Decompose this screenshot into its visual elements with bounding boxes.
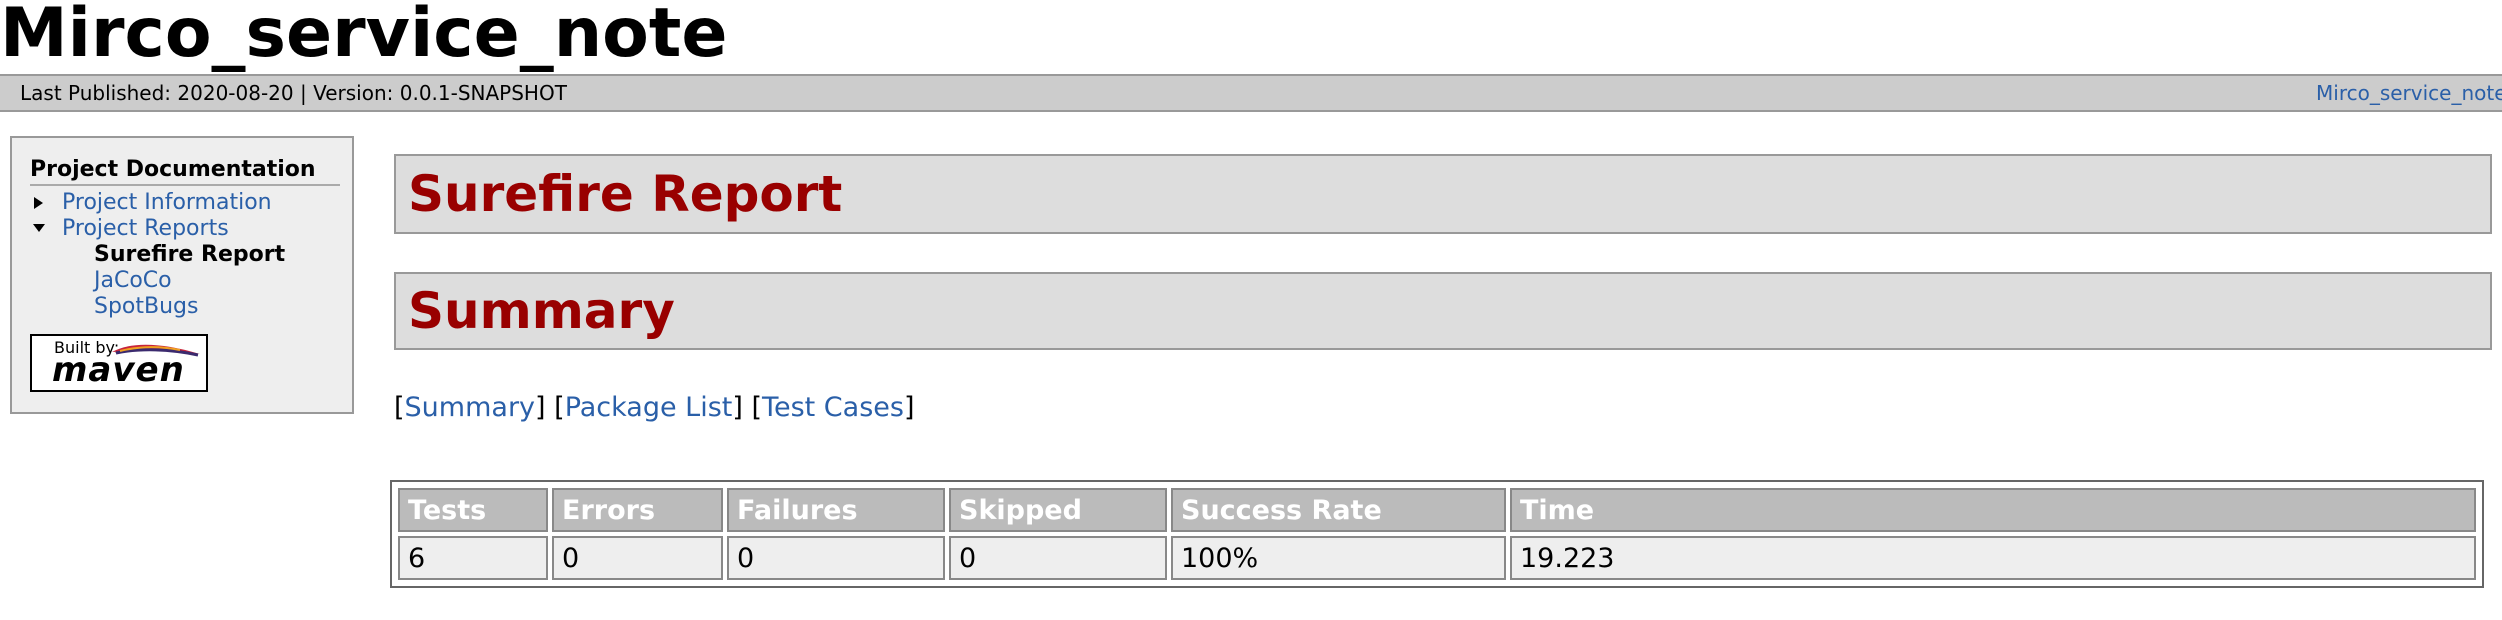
last-published: Last Published: 2020-08-20 bbox=[20, 81, 294, 105]
built-by-maven-logo[interactable]: Built by: maven bbox=[30, 334, 208, 392]
nav-link-jacoco[interactable]: JaCoCo bbox=[94, 268, 172, 293]
anchor-package-list[interactable]: Package List bbox=[565, 392, 733, 423]
header-errors: Errors bbox=[552, 488, 723, 532]
nav-item-surefire-report: Surefire Report bbox=[94, 242, 286, 267]
nav-item-spotbugs[interactable]: SpotBugs bbox=[30, 294, 340, 320]
cell-tests: 6 bbox=[398, 536, 548, 580]
table-row: 6 0 0 0 100% 19.223 bbox=[398, 536, 2476, 580]
header-tests: Tests bbox=[398, 488, 548, 532]
left-sidebar: Project Documentation Project Informatio… bbox=[10, 136, 354, 414]
nav-heading: Project Documentation bbox=[30, 156, 340, 186]
section-anchors: [Summary] [Package List] [Test Cases] bbox=[394, 392, 915, 423]
cell-failures: 0 bbox=[727, 536, 945, 580]
separator: | bbox=[293, 81, 314, 105]
summary-table-wrapper: Tests Errors Failures Skipped Success Ra… bbox=[390, 480, 2484, 588]
version: Version: 0.0.1-SNAPSHOT bbox=[313, 81, 567, 105]
breadcrumbs-bar: Last Published: 2020-08-20 | Version: 0.… bbox=[0, 74, 2502, 112]
nav-item-project-information[interactable]: Project Information bbox=[30, 190, 340, 216]
header-failures: Failures bbox=[727, 488, 945, 532]
header-time: Time bbox=[1510, 488, 2476, 532]
anchor-test-cases[interactable]: Test Cases bbox=[762, 392, 904, 423]
maven-wordmark: maven bbox=[52, 350, 185, 390]
cell-success-rate: 100% bbox=[1171, 536, 1506, 580]
nav-column: Project Documentation Project Informatio… bbox=[30, 156, 340, 320]
cell-time: 19.223 bbox=[1510, 536, 2476, 580]
publish-info: Last Published: 2020-08-20 | Version: 0.… bbox=[20, 76, 567, 110]
triangle-down-icon bbox=[33, 224, 45, 232]
project-link-wrapper: Mirco_service_note bbox=[2316, 76, 2502, 110]
nav-link-project-reports[interactable]: Project Reports bbox=[62, 216, 229, 241]
nav-item-jacoco[interactable]: JaCoCo bbox=[30, 268, 340, 294]
table-header-row: Tests Errors Failures Skipped Success Ra… bbox=[398, 488, 2476, 532]
project-home-link[interactable]: Mirco_service_note bbox=[2316, 81, 2502, 105]
summary-heading: Summary bbox=[394, 272, 2492, 350]
banner: Mirco_service_note bbox=[0, 0, 2502, 74]
header-success-rate: Success Rate bbox=[1171, 488, 1506, 532]
nav-link-spotbugs[interactable]: SpotBugs bbox=[94, 294, 198, 319]
nav-item-project-reports[interactable]: Project Reports bbox=[30, 216, 340, 242]
nav-list: Project Information Project Reports Sure… bbox=[30, 190, 340, 320]
header-skipped: Skipped bbox=[949, 488, 1167, 532]
triangle-right-icon bbox=[34, 197, 43, 209]
anchor-summary[interactable]: Summary bbox=[405, 392, 535, 423]
cell-skipped: 0 bbox=[949, 536, 1167, 580]
site-title: Mirco_service_note bbox=[0, 0, 728, 73]
summary-table: Tests Errors Failures Skipped Success Ra… bbox=[394, 484, 2480, 584]
nav-link-project-information[interactable]: Project Information bbox=[62, 190, 272, 215]
cell-errors: 0 bbox=[552, 536, 723, 580]
page-title: Surefire Report bbox=[394, 154, 2492, 234]
